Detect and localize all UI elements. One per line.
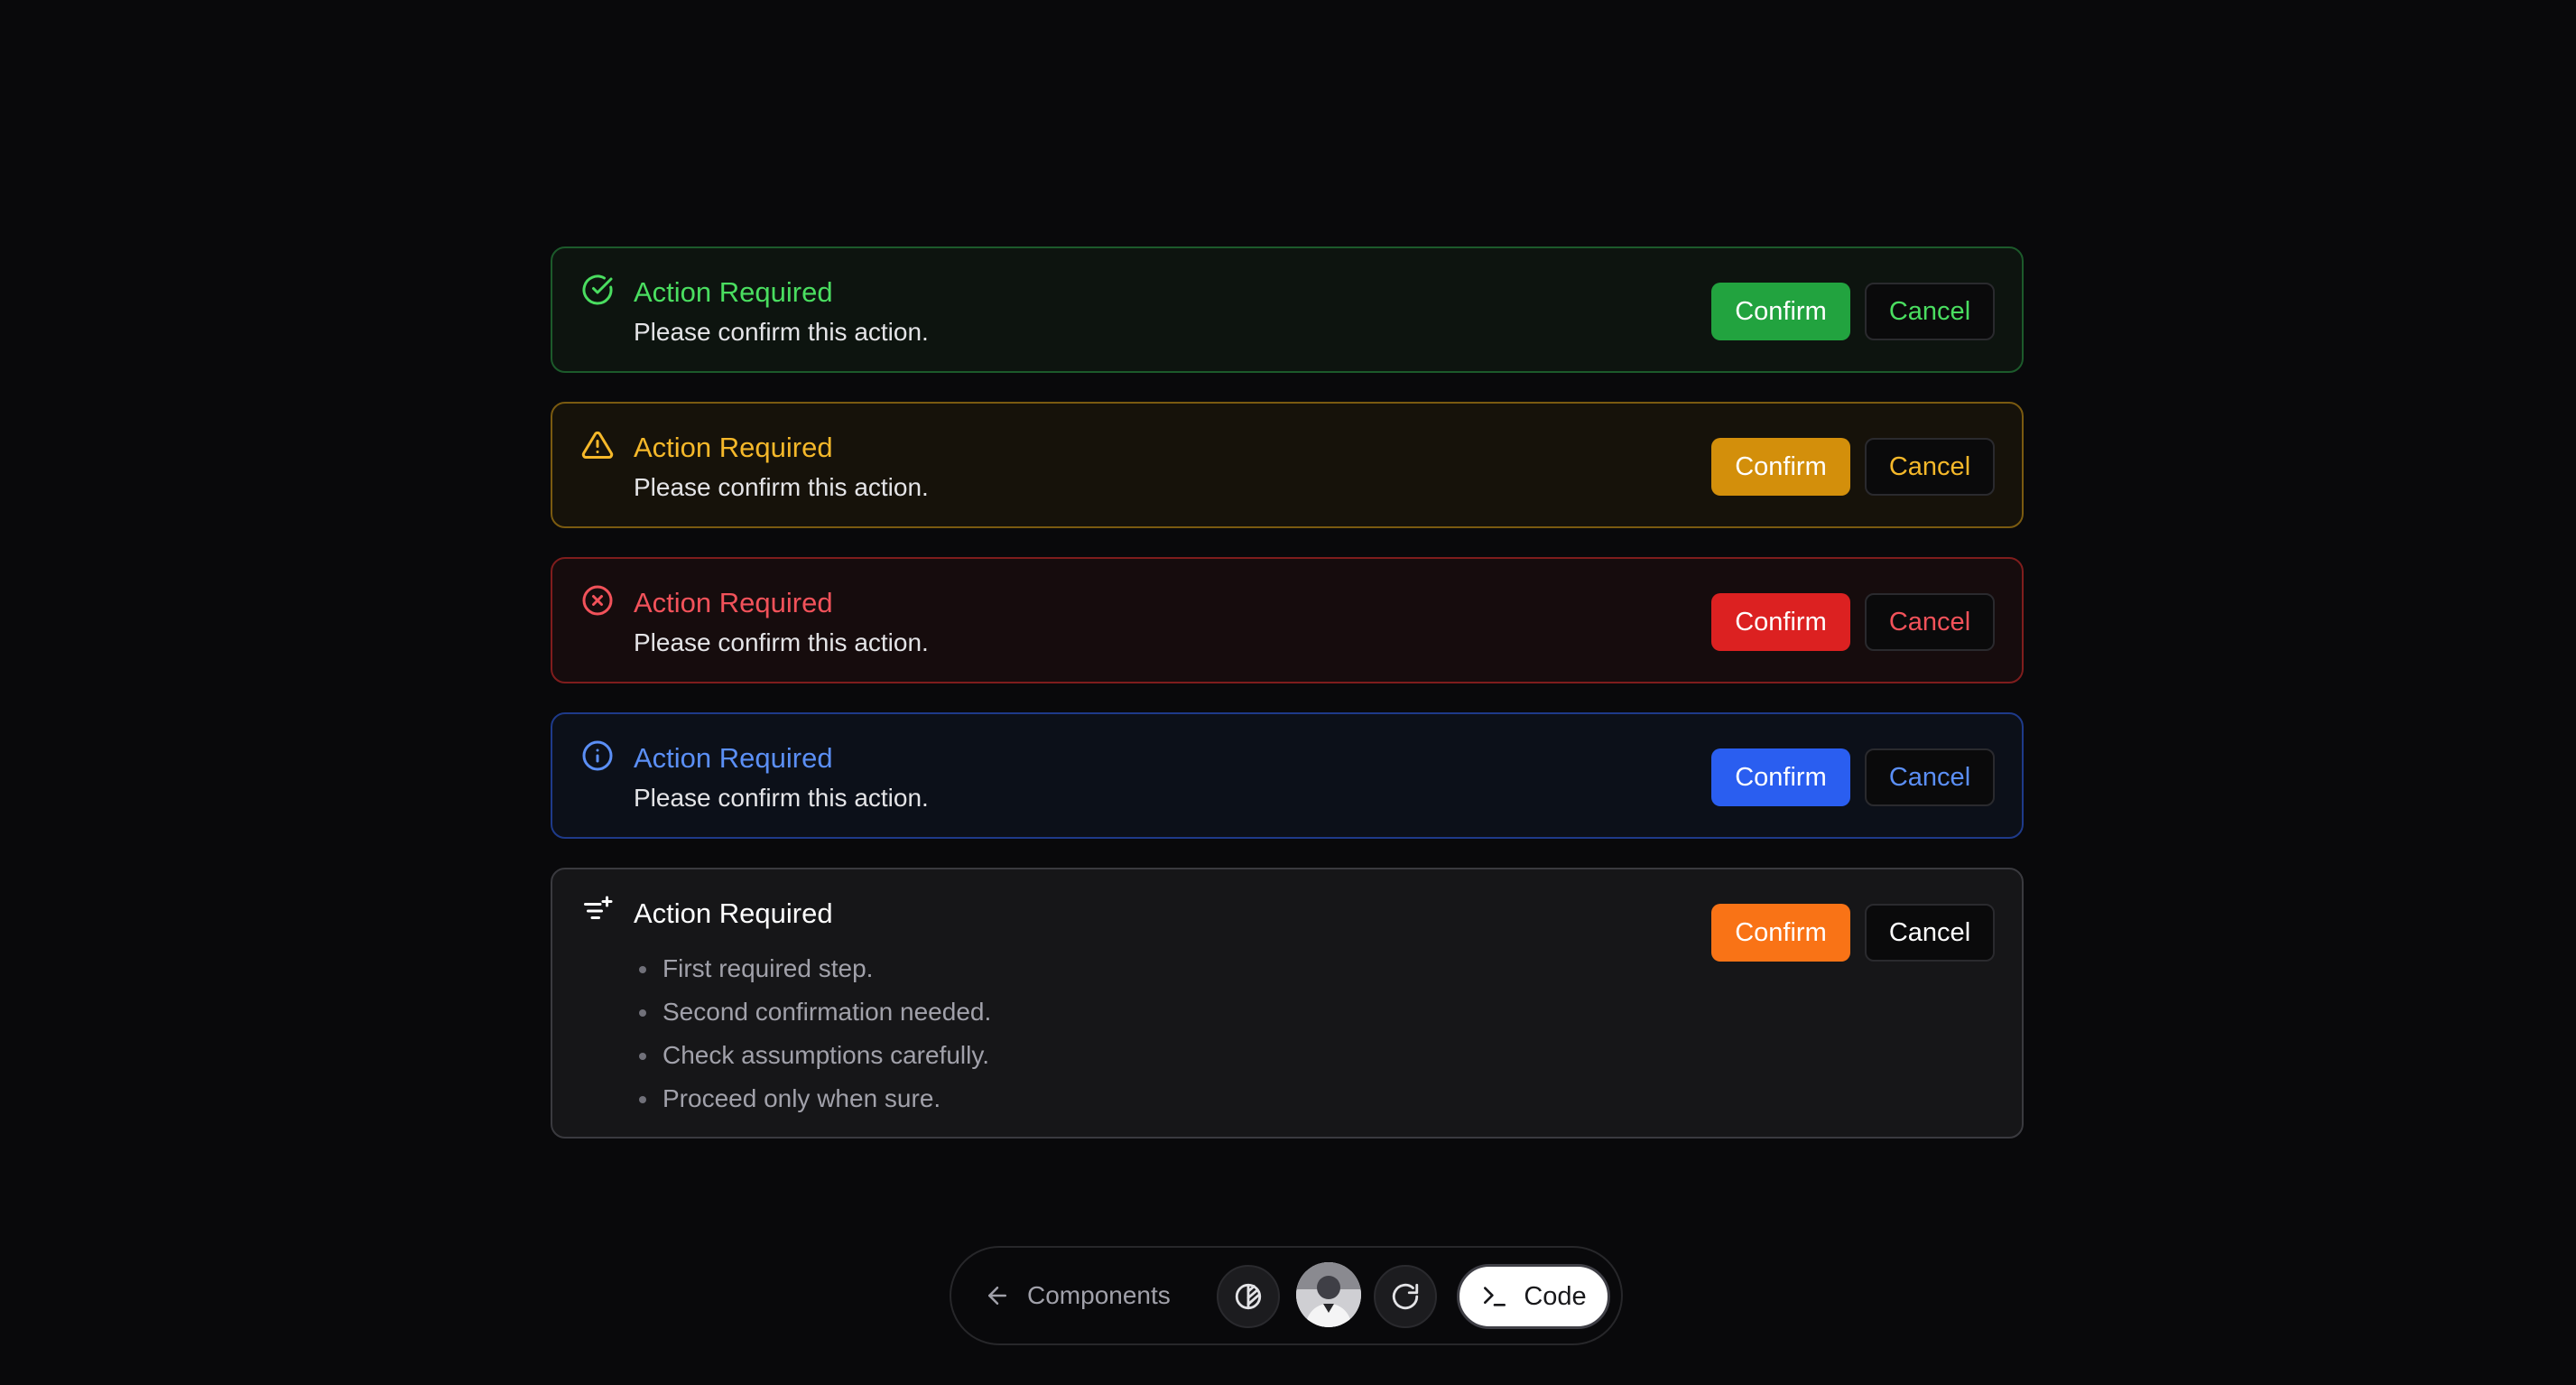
alert-description: Please confirm this action. <box>634 784 929 812</box>
alert-title: Action Required <box>634 897 833 929</box>
alert-warning: Action Required Please confirm this acti… <box>551 402 2024 528</box>
confirm-button[interactable]: Confirm <box>1711 748 1850 806</box>
check-circle-icon <box>581 274 614 306</box>
terminal-icon <box>1484 1287 1506 1306</box>
cancel-button[interactable]: Cancel <box>1865 438 1995 496</box>
alert-success: Action Required Please confirm this acti… <box>551 246 2024 373</box>
back-label: Components <box>1027 1281 1171 1309</box>
alert-title: Action Required <box>634 742 833 774</box>
x-circle-icon <box>581 584 614 617</box>
confirm-button[interactable]: Confirm <box>1711 904 1850 962</box>
warning-triangle-icon <box>581 429 614 461</box>
user-avatar[interactable] <box>1296 1262 1361 1327</box>
info-circle-icon <box>581 739 614 772</box>
bottom-toolbar: Components Code <box>950 1246 1623 1345</box>
refresh-icon <box>1392 1283 1419 1310</box>
alert-description: Please confirm this action. <box>634 628 929 656</box>
confirm-button[interactable]: Confirm <box>1711 593 1850 651</box>
alert-list: Action Required Please confirm this acti… <box>551 246 2024 1167</box>
alert-title: Action Required <box>634 276 833 308</box>
page: Action Required Please confirm this acti… <box>0 0 2576 1385</box>
arrow-left-icon <box>988 1287 1006 1305</box>
alert-title: Action Required <box>634 587 833 618</box>
alert-description: Please confirm this action. <box>634 318 929 346</box>
alert-title: Action Required <box>634 432 833 463</box>
cancel-button[interactable]: Cancel <box>1865 904 1995 962</box>
alert-checklist: Action Required First required step. Sec… <box>551 868 2024 1139</box>
cancel-button[interactable]: Cancel <box>1865 593 1995 651</box>
cancel-button[interactable]: Cancel <box>1865 283 1995 340</box>
alert-description: Please confirm this action. <box>634 473 929 501</box>
list-item: Second confirmation needed. <box>634 990 991 1034</box>
list-filter-plus-icon <box>581 895 614 927</box>
confirm-button[interactable]: Confirm <box>1711 283 1850 340</box>
theme-toggle-icon <box>1235 1283 1262 1310</box>
step-list: First required step. Second confirmation… <box>634 947 991 1120</box>
code-label: Code <box>1524 1281 1587 1311</box>
list-item: Check assumptions carefully. <box>634 1034 991 1077</box>
theme-toggle-button[interactable] <box>1217 1265 1280 1328</box>
list-item: Proceed only when sure. <box>634 1077 991 1120</box>
confirm-button[interactable]: Confirm <box>1711 438 1850 496</box>
refresh-button[interactable] <box>1374 1265 1437 1328</box>
code-button[interactable]: Code <box>1457 1264 1610 1329</box>
alert-error: Action Required Please confirm this acti… <box>551 557 2024 683</box>
list-item: First required step. <box>634 947 991 990</box>
cancel-button[interactable]: Cancel <box>1865 748 1995 806</box>
back-to-components-link[interactable]: Components <box>984 1270 1171 1321</box>
alert-info: Action Required Please confirm this acti… <box>551 712 2024 839</box>
